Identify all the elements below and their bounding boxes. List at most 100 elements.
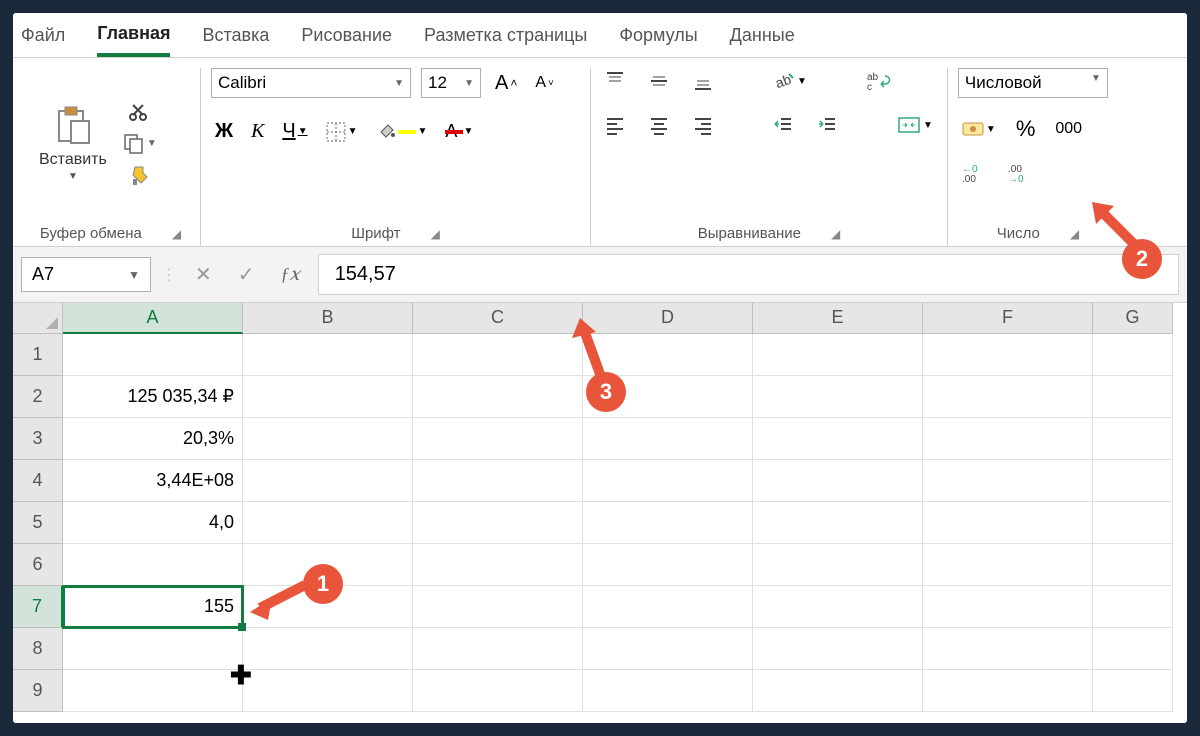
wrap-text-button[interactable]: abc (863, 68, 895, 94)
cell[interactable] (583, 502, 753, 544)
cell[interactable] (63, 628, 243, 670)
cell[interactable] (243, 376, 413, 418)
orientation-button[interactable]: ab▼ (769, 68, 811, 94)
cell[interactable] (413, 670, 583, 712)
cell[interactable] (583, 460, 753, 502)
fill-color-button[interactable]: ▼ (372, 120, 432, 144)
align-left-button[interactable] (601, 113, 629, 137)
fx-button[interactable]: ƒ𝑥 (273, 264, 308, 285)
cell[interactable] (583, 418, 753, 460)
row-header[interactable]: 6 (13, 544, 63, 586)
cell[interactable] (753, 670, 923, 712)
cell[interactable] (923, 628, 1093, 670)
increase-font-button[interactable]: A˄ (491, 70, 521, 97)
cell[interactable] (243, 628, 413, 670)
cell[interactable] (753, 544, 923, 586)
cell[interactable] (243, 418, 413, 460)
row-header[interactable]: 1 (13, 334, 63, 376)
align-center-button[interactable] (645, 113, 673, 137)
cell[interactable] (923, 670, 1093, 712)
cell[interactable] (1093, 502, 1173, 544)
italic-button[interactable]: К (247, 118, 268, 145)
number-format-combo[interactable]: Числовой ▼ (958, 68, 1108, 98)
accounting-format-button[interactable]: ▼ (958, 118, 1000, 140)
cell[interactable] (63, 670, 243, 712)
cell[interactable] (753, 418, 923, 460)
cell[interactable] (753, 376, 923, 418)
column-header-C[interactable]: C (413, 303, 583, 334)
tab-file[interactable]: Файл (21, 13, 65, 57)
borders-button[interactable]: ▼ (322, 120, 362, 144)
cell[interactable] (413, 334, 583, 376)
select-all-corner[interactable] (13, 303, 63, 334)
tab-draw[interactable]: Рисование (301, 13, 392, 57)
increase-decimal-button[interactable]: ←0.00 (958, 160, 992, 186)
cell[interactable]: 20,3% (63, 418, 243, 460)
cancel-formula-button[interactable]: ✕ (187, 262, 220, 287)
tab-formulas[interactable]: Формулы (619, 13, 697, 57)
align-right-button[interactable] (689, 113, 717, 137)
cell[interactable]: 4,0 (63, 502, 243, 544)
cell[interactable] (243, 460, 413, 502)
cell[interactable] (1093, 586, 1173, 628)
cell[interactable] (63, 544, 243, 586)
cell[interactable] (1093, 376, 1173, 418)
cell[interactable] (583, 544, 753, 586)
cell[interactable] (923, 376, 1093, 418)
cell[interactable] (923, 334, 1093, 376)
cell[interactable] (583, 628, 753, 670)
decrease-indent-button[interactable] (769, 113, 797, 137)
cell[interactable] (413, 418, 583, 460)
row-header[interactable]: 3 (13, 418, 63, 460)
enter-formula-button[interactable]: ✓ (230, 262, 263, 287)
decrease-decimal-button[interactable]: .00→0 (1004, 160, 1038, 186)
row-header[interactable]: 7 (13, 586, 63, 628)
name-box[interactable]: A7 ▼ (21, 257, 151, 292)
percent-format-button[interactable]: % (1012, 114, 1040, 144)
cell[interactable]: 125 035,34 ₽ (63, 376, 243, 418)
cell[interactable] (1093, 334, 1173, 376)
decrease-font-button[interactable]: A˅ (531, 72, 558, 94)
cell[interactable] (583, 586, 753, 628)
font-color-button[interactable]: A ▼ (441, 119, 477, 144)
cell[interactable] (753, 334, 923, 376)
cell[interactable] (753, 460, 923, 502)
font-name-combo[interactable]: Calibri ▼ (211, 68, 411, 98)
cell[interactable] (583, 670, 753, 712)
column-header-F[interactable]: F (923, 303, 1093, 334)
cell[interactable] (413, 544, 583, 586)
cell[interactable] (923, 544, 1093, 586)
cell-selected[interactable]: 155 (63, 586, 243, 628)
cell[interactable] (923, 460, 1093, 502)
row-header[interactable]: 4 (13, 460, 63, 502)
column-header-G[interactable]: G (1093, 303, 1173, 334)
format-painter-button[interactable] (129, 165, 151, 187)
tab-insert[interactable]: Вставка (202, 13, 269, 57)
tab-layout[interactable]: Разметка страницы (424, 13, 587, 57)
bold-button[interactable]: Ж (211, 118, 237, 145)
row-header[interactable]: 5 (13, 502, 63, 544)
underline-button[interactable]: Ч ▼ (278, 118, 311, 145)
cut-button[interactable] (129, 101, 151, 123)
column-header-A[interactable]: A (63, 303, 243, 334)
column-header-E[interactable]: E (753, 303, 923, 334)
tab-home[interactable]: Главная (97, 13, 170, 57)
alignment-dialog-launcher[interactable]: ◢ (831, 227, 840, 241)
cell[interactable] (753, 502, 923, 544)
increase-indent-button[interactable] (813, 113, 841, 137)
cell[interactable] (1093, 628, 1173, 670)
tab-data[interactable]: Данные (730, 13, 795, 57)
row-header[interactable]: 2 (13, 376, 63, 418)
cell[interactable] (413, 628, 583, 670)
cell[interactable] (1093, 544, 1173, 586)
cell[interactable] (923, 586, 1093, 628)
copy-button[interactable]: ▼ (123, 133, 157, 155)
cell[interactable] (413, 586, 583, 628)
cell[interactable] (413, 460, 583, 502)
cell[interactable] (1093, 670, 1173, 712)
row-header[interactable]: 9 (13, 670, 63, 712)
cell[interactable] (243, 670, 413, 712)
thousands-button[interactable]: 000 (1051, 118, 1086, 140)
column-header-B[interactable]: B (243, 303, 413, 334)
font-size-combo[interactable]: 12 ▼ (421, 68, 481, 98)
